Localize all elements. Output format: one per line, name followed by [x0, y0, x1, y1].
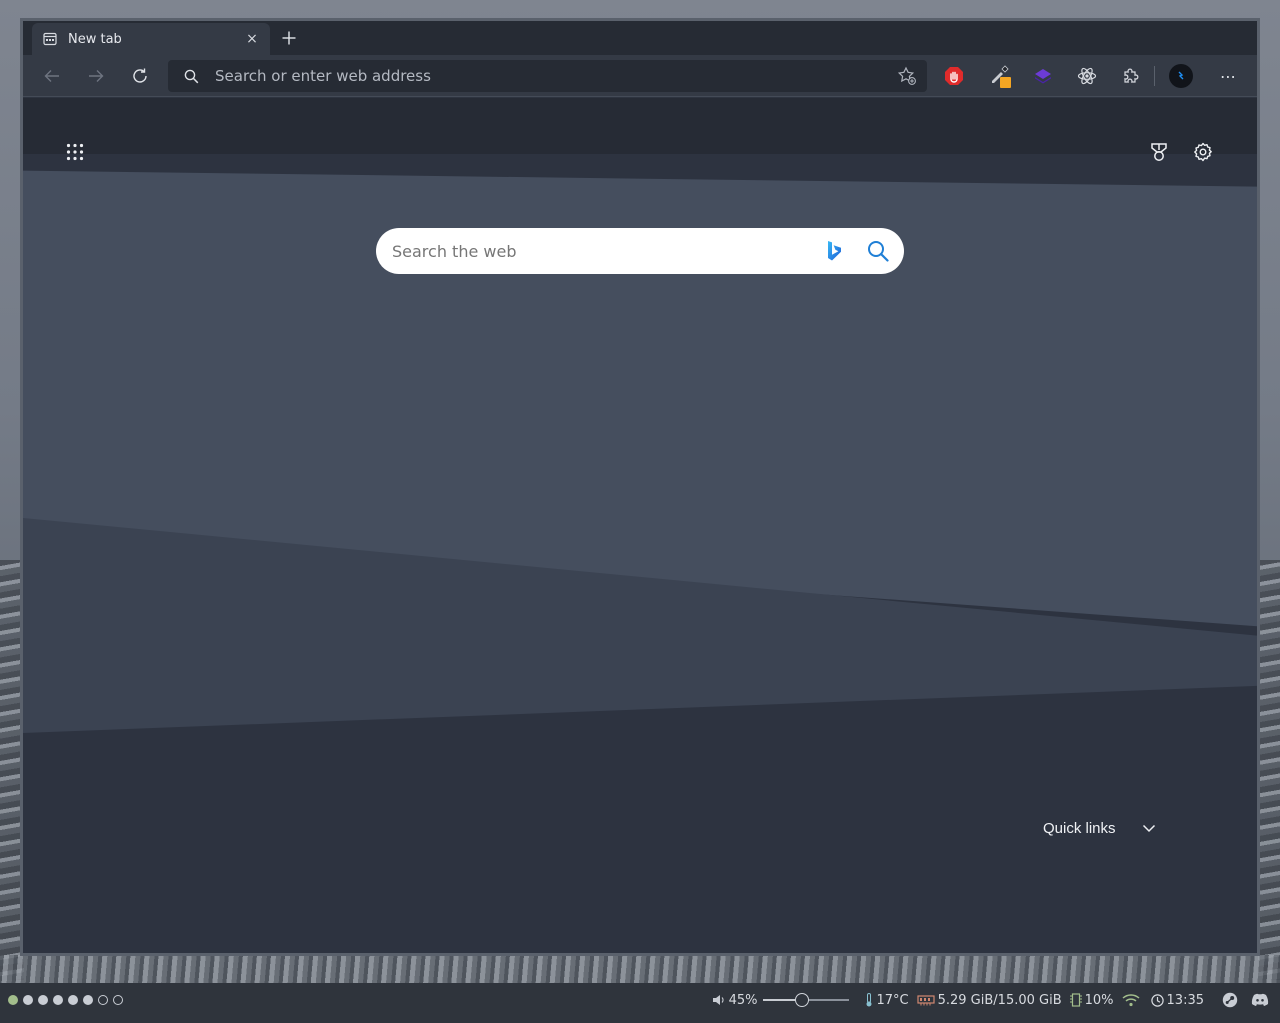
- steam-icon: [1222, 992, 1238, 1008]
- system-taskbar: 45% 17°C 5.29 GiB/15.00 GiB 10% 13:35: [0, 983, 1280, 1023]
- settings-and-more-button[interactable]: ⋯: [1216, 64, 1240, 88]
- app-launcher-button[interactable]: [64, 141, 86, 163]
- toolbar-separator: [1154, 66, 1155, 86]
- temperature-value: 17°C: [876, 992, 909, 1008]
- cpu-indicator: 10%: [1069, 992, 1114, 1008]
- profile-button[interactable]: [1169, 64, 1193, 88]
- profile-icon: [1169, 64, 1193, 88]
- search-icon: [184, 69, 199, 83]
- layers-icon: [1035, 69, 1051, 84]
- wifi-icon: [1122, 994, 1140, 1007]
- desktop-wallpaper-bottom: [0, 955, 1280, 983]
- browser-window: New tab × Search or enter web address ⋯ …: [20, 18, 1260, 956]
- page-header-strip: [23, 98, 1257, 154]
- workspace-1[interactable]: [8, 995, 18, 1005]
- forward-button[interactable]: [82, 62, 110, 90]
- workspace-3[interactable]: [38, 995, 48, 1005]
- quick-links-toggle[interactable]: Quick links: [1043, 816, 1156, 840]
- refresh-icon: [133, 68, 147, 83]
- rewards-button[interactable]: [1147, 140, 1171, 164]
- back-arrow-icon: [44, 70, 59, 82]
- eyedropper-icon: [992, 65, 1011, 88]
- volume-slider-handle[interactable]: [795, 993, 810, 1007]
- refresh-button[interactable]: [126, 62, 154, 90]
- gear-icon: [1194, 142, 1212, 162]
- quick-links-label: Quick links: [1043, 819, 1116, 837]
- ad-blocker-extension[interactable]: [942, 64, 966, 88]
- memory-indicator: 5.29 GiB/15.00 GiB: [917, 993, 1062, 1008]
- web-search-input[interactable]: [392, 241, 822, 261]
- layers-extension[interactable]: [1031, 64, 1055, 88]
- extensions-button[interactable]: [1119, 64, 1143, 88]
- search-submit-button[interactable]: [864, 237, 892, 265]
- new-tab-button[interactable]: [277, 26, 301, 50]
- discord-tray-item[interactable]: [1251, 993, 1272, 1007]
- wifi-indicator[interactable]: [1122, 993, 1143, 1007]
- chevron-down-icon: [1142, 824, 1155, 833]
- web-search-box[interactable]: [376, 228, 904, 274]
- forward-arrow-icon: [89, 70, 104, 82]
- bing-logo-icon: [822, 239, 846, 263]
- add-favorite-button[interactable]: [893, 62, 921, 90]
- tab-title: New tab: [68, 31, 122, 47]
- workspace-indicator: [8, 995, 123, 1005]
- workspace-6[interactable]: [83, 995, 93, 1005]
- react-devtools-extension[interactable]: [1075, 64, 1099, 88]
- speaker-icon: [712, 995, 724, 1005]
- workspace-4[interactable]: [53, 995, 63, 1005]
- star-add-icon: [897, 66, 916, 85]
- workspace-8[interactable]: [113, 995, 123, 1005]
- cpu-usage: 10%: [1084, 992, 1114, 1008]
- volume-slider[interactable]: [763, 993, 850, 1007]
- clock-time: 13:35: [1166, 992, 1204, 1008]
- status-area: 45% 17°C 5.29 GiB/15.00 GiB 10% 13:35: [704, 983, 1272, 1017]
- workspace-2[interactable]: [23, 995, 33, 1005]
- new-tab-page-icon: [42, 31, 58, 47]
- page-settings-button[interactable]: [1191, 140, 1215, 164]
- temperature-indicator: 17°C: [865, 992, 909, 1008]
- cpu-chip-icon: [1069, 993, 1082, 1007]
- back-button[interactable]: [38, 62, 66, 90]
- stop-hand-icon: [945, 67, 963, 85]
- clock[interactable]: 13:35: [1150, 992, 1204, 1008]
- medal-icon: [1151, 143, 1167, 161]
- thermometer-icon: [866, 993, 872, 1007]
- memory-usage: 5.29 GiB/15.00 GiB: [937, 992, 1062, 1008]
- browser-toolbar: ⋯: [23, 55, 1257, 97]
- address-input[interactable]: [215, 67, 893, 85]
- volume-percent: 45%: [728, 992, 758, 1008]
- search-icon: [868, 241, 889, 262]
- new-tab-page: Quick links: [23, 98, 1257, 953]
- steam-tray-item[interactable]: [1222, 992, 1241, 1008]
- volume-control[interactable]: 45%: [712, 993, 858, 1008]
- more-icon: ⋯: [1220, 66, 1236, 86]
- workspace-5[interactable]: [68, 995, 78, 1005]
- workspace-7[interactable]: [98, 995, 108, 1005]
- desktop-wallpaper-right: [1258, 560, 1280, 980]
- close-tab-icon[interactable]: ×: [244, 31, 260, 47]
- clock-icon: [1150, 993, 1164, 1007]
- tab-strip: New tab ×: [23, 21, 1257, 55]
- address-bar[interactable]: [168, 60, 927, 92]
- tab-new-tab[interactable]: New tab ×: [32, 23, 270, 55]
- color-picker-extension[interactable]: [987, 64, 1011, 88]
- memory-icon: [917, 995, 935, 1006]
- discord-icon: [1251, 993, 1269, 1006]
- atom-icon: [1077, 67, 1097, 85]
- grid-dots-icon: [66, 143, 84, 161]
- puzzle-icon: [1124, 68, 1139, 83]
